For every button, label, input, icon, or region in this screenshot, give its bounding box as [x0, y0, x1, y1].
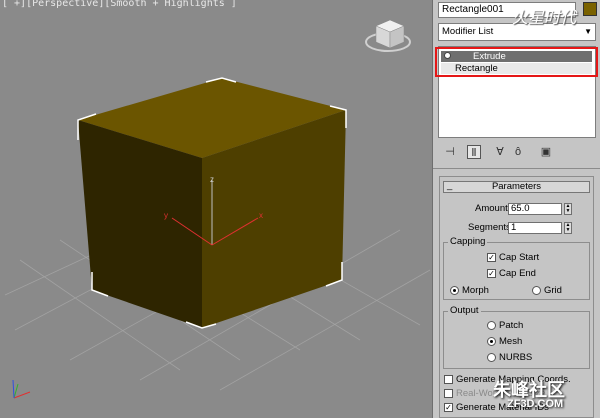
- rollout-title: Parameters: [491, 181, 542, 192]
- patch-radio[interactable]: [487, 321, 496, 330]
- capping-title: Capping: [448, 236, 488, 247]
- object-color-swatch[interactable]: [583, 2, 597, 16]
- segments-field[interactable]: 1: [508, 222, 562, 234]
- output-title: Output: [448, 305, 481, 316]
- make-unique-icon[interactable]: ∀: [493, 145, 507, 159]
- gen-mapping-checkbox[interactable]: [444, 375, 453, 384]
- watermark-logo: 火星时代: [512, 10, 577, 27]
- watermark: 朱峰社区 ZF3D.COM: [463, 376, 600, 418]
- divider: [433, 168, 600, 169]
- pin-stack-icon[interactable]: ⊣: [443, 145, 457, 159]
- cap-start-checkbox[interactable]: ✓: [487, 253, 496, 262]
- amount-label: Amount:: [475, 203, 511, 214]
- nurbs-label: NURBS: [499, 352, 533, 363]
- gizmo-x-label: x: [259, 211, 263, 220]
- cap-end-label: Cap End: [499, 268, 536, 279]
- gizmo-y-label: y: [164, 211, 168, 220]
- amount-spinner[interactable]: ▲ ▼: [564, 203, 572, 215]
- modifier-stack-highlight: [435, 47, 598, 77]
- cap-start-label: Cap Start: [499, 252, 540, 263]
- gizmo-z-label: z: [210, 175, 214, 184]
- real-world-checkbox[interactable]: [444, 389, 453, 398]
- amount-field[interactable]: 65.0: [508, 203, 562, 215]
- nurbs-radio[interactable]: [487, 353, 496, 362]
- collapse-icon: _: [447, 180, 453, 191]
- viewcube-icon[interactable]: [365, 19, 411, 52]
- scene-canvas[interactable]: z x y: [0, 0, 432, 418]
- segments-spinner[interactable]: ▲ ▼: [564, 222, 572, 234]
- segments-label: Segments:: [468, 222, 514, 233]
- world-axis-icon: [12, 379, 31, 399]
- viewport-label[interactable]: [ +][Perspective][Smooth + Highlights ]: [2, 0, 237, 9]
- chevron-down-icon: ▼: [584, 27, 592, 36]
- show-end-result-icon[interactable]: Ⅱ: [467, 145, 481, 159]
- grid-radio[interactable]: [532, 286, 541, 295]
- gen-material-checkbox[interactable]: ✓: [444, 403, 453, 412]
- morph-label: Morph: [462, 285, 489, 296]
- watermark-url: ZF3D.COM: [507, 398, 564, 410]
- rollout-header[interactable]: _ Parameters: [443, 181, 590, 193]
- grid-label: Grid: [544, 285, 562, 296]
- mesh-label: Mesh: [499, 336, 523, 347]
- morph-radio[interactable]: [450, 286, 459, 295]
- cap-end-checkbox[interactable]: ✓: [487, 269, 496, 278]
- configure-sets-icon[interactable]: ▣: [539, 145, 553, 159]
- patch-label: Patch: [499, 320, 524, 331]
- modifier-list-label: Modifier List: [442, 26, 494, 37]
- stack-toolbar: ⊣ Ⅱ ∀ ô ▣: [443, 145, 593, 161]
- remove-modifier-icon[interactable]: ô: [511, 145, 525, 159]
- perspective-viewport[interactable]: z x y [ +][Perspective][Smooth + Highlig…: [0, 0, 432, 418]
- mesh-radio[interactable]: [487, 337, 496, 346]
